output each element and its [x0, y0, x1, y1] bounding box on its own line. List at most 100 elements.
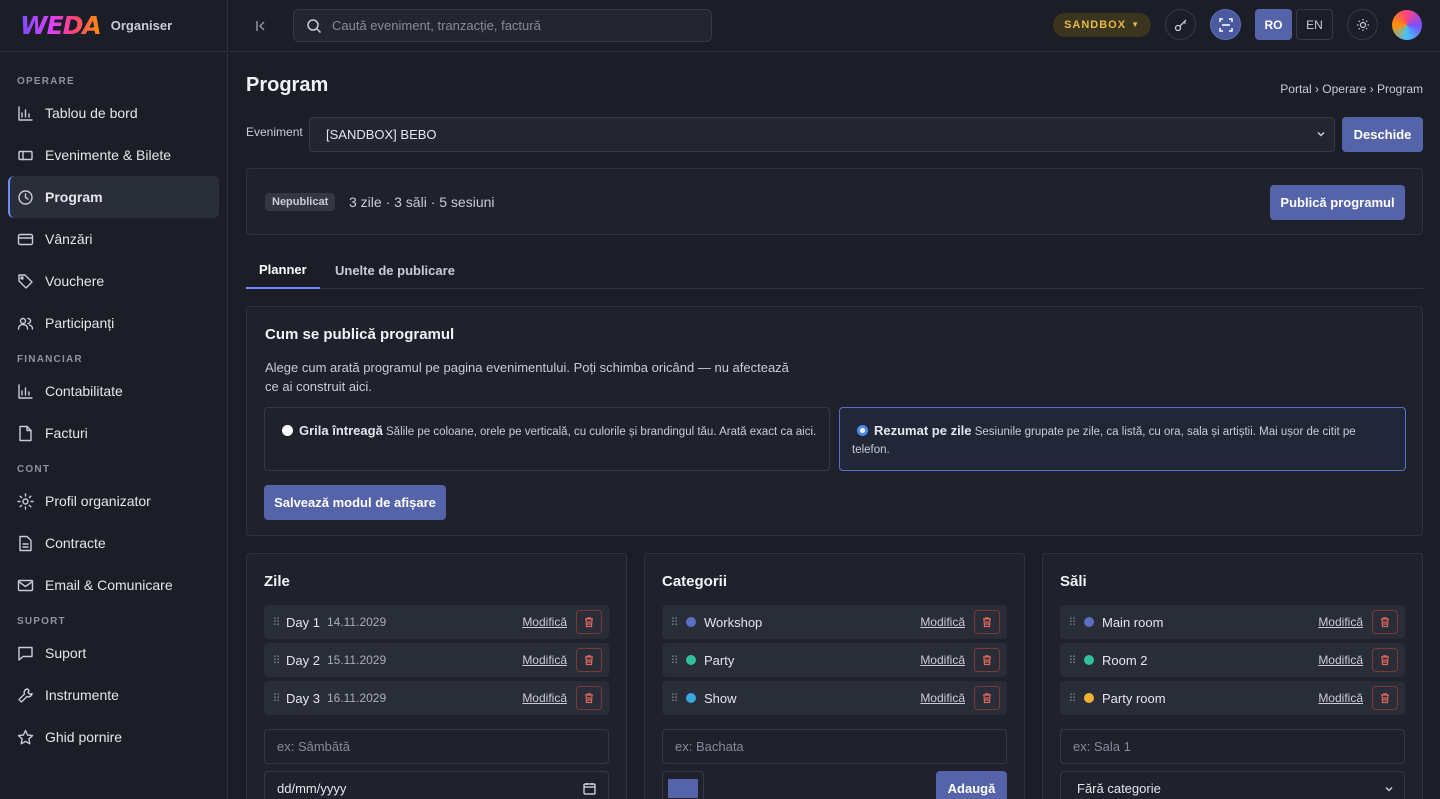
category-name-field[interactable] — [662, 729, 1007, 764]
sidebar-item-contracte[interactable]: Contracte — [8, 522, 219, 564]
delete-button[interactable] — [1372, 686, 1398, 710]
option-full-grid[interactable]: Grila întreagă Sălile pe coloane, orele … — [264, 407, 830, 471]
edit-link[interactable]: Modifică — [920, 653, 965, 667]
card-icon — [17, 231, 45, 248]
delete-button[interactable] — [1372, 648, 1398, 672]
edit-link[interactable]: Modifică — [522, 653, 567, 667]
list-item[interactable]: ⠿ Show Modifică — [662, 681, 1007, 715]
theme-toggle-button[interactable] — [1347, 9, 1378, 40]
display-mode-card: Cum se publică programul Alege cum arată… — [246, 306, 1423, 536]
sidebar-item-vanzari[interactable]: Vânzări — [8, 218, 219, 260]
lang-en-button[interactable]: EN — [1296, 9, 1333, 40]
edit-link[interactable]: Modifică — [1318, 691, 1363, 705]
list-item[interactable]: ⠿ Party Modifică — [662, 643, 1007, 677]
rooms-card: Săli ⠿ Main room Modifică ⠿ Room 2 Modifică ⠿ P… — [1042, 553, 1423, 799]
drag-handle-icon[interactable]: ⠿ — [1062, 654, 1082, 667]
drag-handle-icon[interactable]: ⠿ — [664, 654, 684, 667]
room-category-select[interactable]: Fără categorie — [1060, 771, 1405, 799]
sidebar-item-instrumente[interactable]: Instrumente — [8, 674, 219, 716]
bar-chart-icon — [17, 383, 45, 400]
day-date-field[interactable]: dd/mm/yyyy — [264, 771, 609, 799]
list-item[interactable]: ⠿ Day 2 15.11.2029 Modifică — [264, 643, 609, 677]
room-name-field[interactable] — [1060, 729, 1405, 764]
sidebar-item-vouchere[interactable]: Vouchere — [8, 260, 219, 302]
list-item[interactable]: ⠿ Room 2 Modifică — [1060, 643, 1405, 677]
drag-handle-icon[interactable]: ⠿ — [664, 692, 684, 705]
category-color-picker[interactable] — [662, 771, 704, 799]
list-item[interactable]: ⠿ Workshop Modifică — [662, 605, 1007, 639]
lang-ro-button[interactable]: RO — [1255, 9, 1292, 40]
edit-link[interactable]: Modifică — [1318, 615, 1363, 629]
sidebar-item-suport[interactable]: Suport — [8, 632, 219, 674]
delete-button[interactable] — [576, 648, 602, 672]
item-name: Party room — [1102, 690, 1166, 706]
search-input[interactable] — [332, 18, 692, 33]
tab-publishing-tools[interactable]: Unelte de publicare — [322, 251, 468, 289]
item-name: Day 3 — [286, 690, 320, 706]
sidebar-item-participanti[interactable]: Participanți — [8, 302, 219, 344]
radio-full-grid[interactable] — [282, 425, 293, 436]
option-daily-summary[interactable]: Rezumat pe zile Sesiunile grupate pe zil… — [839, 407, 1406, 471]
sidebar-item-evenimente-bilete[interactable]: Evenimente & Bilete — [8, 134, 219, 176]
category-name-input[interactable] — [675, 739, 975, 754]
edit-link[interactable]: Modifică — [920, 691, 965, 705]
delete-button[interactable] — [576, 686, 602, 710]
trash-icon — [1379, 616, 1391, 628]
sidebar-item-profil-organizator[interactable]: Profil organizator — [8, 480, 219, 522]
edit-link[interactable]: Modifică — [920, 615, 965, 629]
delete-button[interactable] — [576, 610, 602, 634]
drag-handle-icon[interactable]: ⠿ — [1062, 692, 1082, 705]
chevron-down-icon — [1384, 784, 1394, 794]
item-date: 16.11.2029 — [326, 691, 387, 705]
scan-button[interactable] — [1210, 9, 1241, 40]
save-display-mode-button[interactable]: Salvează modul de afișare — [264, 485, 446, 520]
list-item[interactable]: ⠿ Main room Modifică — [1060, 605, 1405, 639]
tab-planner[interactable]: Planner — [246, 251, 320, 289]
delete-button[interactable] — [974, 610, 1000, 634]
sidebar-section-title: CONT — [17, 464, 51, 475]
list-item[interactable]: ⠿ Day 3 16.11.2029 Modifică — [264, 681, 609, 715]
room-name-input[interactable] — [1073, 739, 1373, 754]
sidebar-item-label: Vânzări — [45, 231, 93, 247]
item-name: Day 1 — [286, 614, 320, 630]
drag-handle-icon[interactable]: ⠿ — [266, 692, 286, 705]
delete-button[interactable] — [974, 686, 1000, 710]
drag-handle-icon[interactable]: ⠿ — [266, 654, 286, 667]
status-summary: 3 zile · 3 săli · 5 sesiuni — [349, 194, 495, 210]
radio-daily-summary[interactable] — [857, 425, 868, 436]
open-event-button[interactable]: Deschide — [1342, 117, 1423, 152]
calendar-icon[interactable] — [583, 782, 596, 795]
weda-logo[interactable]: WEDA — [20, 11, 102, 40]
sandbox-label: SANDBOX — [1064, 18, 1127, 31]
edit-link[interactable]: Modifică — [522, 691, 567, 705]
publish-program-button[interactable]: Publică programul — [1270, 185, 1405, 220]
list-item[interactable]: ⠿ Day 1 14.11.2029 Modifică — [264, 605, 609, 639]
sidebar-item-ghid-pornire[interactable]: Ghid pornire — [8, 716, 219, 758]
day-name-field[interactable] — [264, 729, 609, 764]
event-select[interactable]: [SANDBOX] BEBO — [309, 117, 1335, 152]
drag-handle-icon[interactable]: ⠿ — [1062, 616, 1082, 629]
sidebar-item-tablou-de-bord[interactable]: Tablou de bord — [8, 92, 219, 134]
add-category-button[interactable]: Adaugă — [936, 771, 1007, 799]
days-title: Zile — [264, 573, 290, 590]
delete-button[interactable] — [974, 648, 1000, 672]
search-box[interactable] — [293, 9, 712, 42]
drag-handle-icon[interactable]: ⠿ — [266, 616, 286, 629]
sidebar-item-facturi[interactable]: Facturi — [8, 412, 219, 454]
delete-button[interactable] — [1372, 610, 1398, 634]
key-button[interactable] — [1165, 9, 1196, 40]
day-name-input[interactable] — [277, 739, 577, 754]
collapse-sidebar-icon[interactable] — [229, 18, 293, 34]
days-card: Zile ⠿ Day 1 14.11.2029 Modifică ⠿ Day 2 15.11… — [246, 553, 627, 799]
item-name: Party — [704, 652, 735, 668]
sandbox-mode-dropdown[interactable]: SANDBOX ▼ — [1053, 12, 1151, 37]
sidebar-item-contabilitate[interactable]: Contabilitate — [8, 370, 219, 412]
list-item[interactable]: ⠿ Party room Modifică — [1060, 681, 1405, 715]
scan-icon — [1218, 17, 1234, 33]
edit-link[interactable]: Modifică — [1318, 653, 1363, 667]
sidebar-item-program[interactable]: Program — [8, 176, 219, 218]
drag-handle-icon[interactable]: ⠿ — [664, 616, 684, 629]
sidebar-item-email-comunicare[interactable]: Email & Comunicare — [8, 564, 219, 606]
edit-link[interactable]: Modifică — [522, 615, 567, 629]
avatar[interactable] — [1392, 9, 1422, 40]
